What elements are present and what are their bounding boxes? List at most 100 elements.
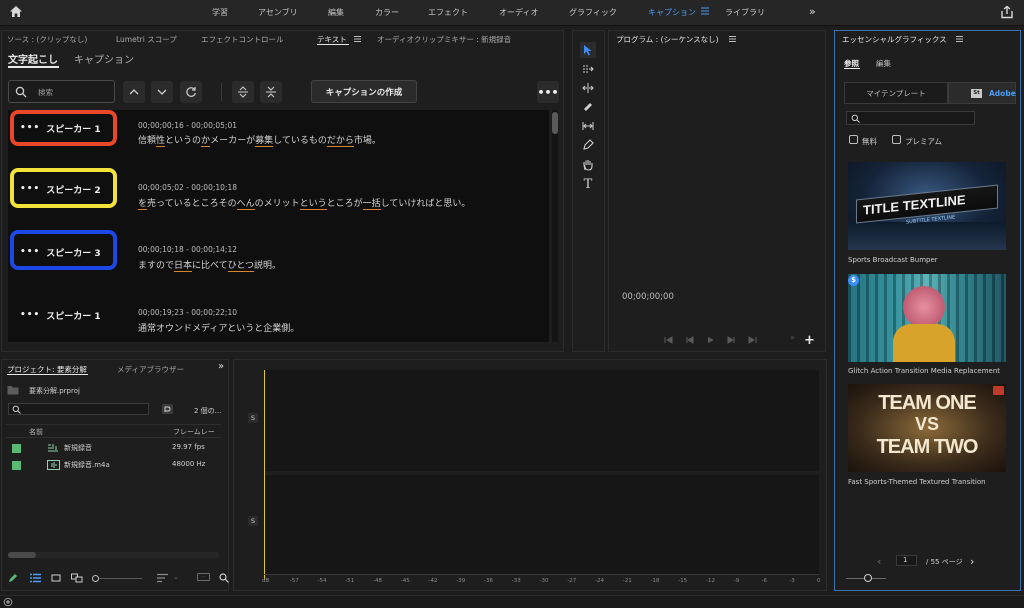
find-icon[interactable] bbox=[219, 573, 229, 583]
free-checkbox[interactable] bbox=[849, 135, 858, 144]
speaker-label[interactable]: ••• スピーカー 1 bbox=[20, 306, 101, 324]
go-to-in-icon[interactable] bbox=[664, 336, 673, 344]
speaker-label[interactable]: ••• スピーカー 1 bbox=[20, 119, 101, 137]
speaker-menu-icon[interactable]: ••• bbox=[20, 123, 40, 133]
transcript-line[interactable]: 信頼性というのかメーカーが募集しているものだから市場。 bbox=[138, 133, 381, 147]
premium-checkbox[interactable] bbox=[892, 135, 901, 144]
panel-menu-icon[interactable] bbox=[354, 35, 361, 43]
create-captions-button[interactable]: キャプションの作成 bbox=[311, 80, 417, 103]
subtab-transcript[interactable]: 文字起こし bbox=[8, 51, 58, 66]
type-tool-icon[interactable]: T bbox=[580, 176, 596, 192]
status-indicator-icon[interactable] bbox=[3, 597, 13, 607]
step-forward-icon[interactable] bbox=[727, 336, 736, 344]
solo-button[interactable]: S bbox=[248, 413, 258, 423]
more-options-icon[interactable]: ••• bbox=[537, 81, 559, 103]
speaker-menu-icon[interactable]: ••• bbox=[20, 184, 40, 194]
project-item-row[interactable]: 新規録音 29.97 fps bbox=[6, 440, 221, 457]
ripple-edit-tool-icon[interactable] bbox=[580, 80, 596, 96]
tab-edit[interactable]: 編集 bbox=[876, 58, 891, 69]
share-icon[interactable] bbox=[1000, 5, 1014, 19]
home-icon[interactable] bbox=[9, 5, 23, 19]
essential-graphics-title[interactable]: エッセンシャルグラフィックス bbox=[842, 34, 947, 45]
workspace-tab-audio[interactable]: オーディオ bbox=[499, 7, 538, 18]
chevron-down-icon[interactable]: ⌄ bbox=[173, 573, 179, 581]
template-thumbnail[interactable]: TEAM ONE VS TEAM TWO bbox=[848, 384, 1006, 472]
tab-my-templates[interactable]: マイテンプレート bbox=[844, 82, 948, 104]
overflow-icon[interactable]: » bbox=[790, 333, 795, 342]
go-to-out-icon[interactable] bbox=[748, 336, 757, 344]
razor-tool-icon[interactable] bbox=[580, 99, 596, 115]
template-thumbnail[interactable]: TITLE TEXTLINE SUBTITLE TEXTLINE bbox=[848, 162, 1006, 250]
speaker-menu-icon[interactable]: ••• bbox=[20, 247, 40, 257]
hand-tool-icon[interactable] bbox=[580, 157, 596, 173]
program-monitor-title[interactable]: プログラム : (シーケンスなし) bbox=[616, 34, 719, 45]
label-color-swatch[interactable] bbox=[12, 461, 21, 470]
column-frame-rate[interactable]: フレームレー bbox=[173, 427, 215, 437]
workspace-tab-assembly[interactable]: アセンブリ bbox=[258, 7, 298, 18]
play-icon[interactable] bbox=[706, 336, 715, 344]
workspace-tab-libraries[interactable]: ライブラリ bbox=[725, 7, 765, 18]
subtab-captions[interactable]: キャプション bbox=[74, 51, 134, 66]
workspace-tab-effects[interactable]: エフェクト bbox=[428, 7, 468, 18]
workspace-tab-graphics[interactable]: グラフィック bbox=[569, 7, 617, 18]
project-scrollbar-thumb[interactable] bbox=[8, 552, 36, 558]
transcript-line[interactable]: ますので日本に比べてひとつ説明。 bbox=[138, 258, 281, 272]
pencil-icon[interactable] bbox=[8, 573, 18, 583]
template-search-input[interactable] bbox=[846, 111, 975, 125]
next-page-icon[interactable]: › bbox=[970, 555, 974, 568]
project-item-row[interactable]: 新規録音.m4a 48000 Hz bbox=[6, 457, 221, 474]
track-select-tool-icon[interactable] bbox=[580, 61, 596, 77]
more-panels-icon[interactable]: » bbox=[218, 361, 224, 372]
template-thumbnail[interactable] bbox=[848, 274, 1006, 362]
add-button-icon[interactable]: + bbox=[804, 334, 815, 347]
panel-menu-icon[interactable] bbox=[956, 35, 963, 43]
workspace-tab-editing[interactable]: 編集 bbox=[328, 7, 344, 18]
step-back-icon[interactable] bbox=[685, 336, 694, 344]
next-result-button[interactable] bbox=[151, 81, 173, 103]
workspace-menu-icon[interactable] bbox=[701, 6, 709, 16]
speaker-menu-icon[interactable]: ••• bbox=[20, 310, 40, 320]
solo-button[interactable]: S bbox=[248, 516, 258, 526]
slip-tool-icon[interactable] bbox=[580, 118, 596, 134]
pen-tool-icon[interactable] bbox=[580, 137, 596, 153]
replace-button[interactable] bbox=[180, 81, 202, 103]
list-view-icon[interactable] bbox=[30, 573, 41, 583]
zoom-slider-track[interactable] bbox=[99, 578, 142, 579]
tab-source[interactable]: ソース : (クリップなし) bbox=[7, 34, 87, 45]
workspace-tab-color[interactable]: カラー bbox=[375, 7, 399, 18]
sort-icon[interactable] bbox=[157, 573, 168, 583]
transcript-scrollbar-thumb[interactable] bbox=[552, 112, 558, 134]
program-timecode[interactable]: 00;00;00;00 bbox=[622, 292, 674, 302]
tab-adobe-stock[interactable]: St Adobe bbox=[948, 82, 1016, 104]
workspace-tab-learn[interactable]: 学習 bbox=[212, 7, 228, 18]
thumbnail-size-slider-handle[interactable] bbox=[864, 574, 872, 582]
tab-effect-controls[interactable]: エフェクトコントロール bbox=[201, 34, 284, 45]
bin-filter-icon[interactable] bbox=[162, 404, 173, 414]
previous-page-icon[interactable]: ‹ bbox=[877, 555, 881, 568]
more-workspaces-icon[interactable]: » bbox=[809, 5, 816, 18]
workspace-tab-captions[interactable]: キャプション bbox=[648, 7, 696, 18]
column-name[interactable]: 名前 bbox=[29, 427, 43, 437]
icon-view-icon[interactable] bbox=[51, 573, 61, 583]
panel-menu-icon[interactable] bbox=[729, 35, 736, 43]
zoom-slider-handle[interactable] bbox=[92, 575, 99, 582]
transcript-scrollbar-track[interactable] bbox=[552, 110, 558, 342]
speaker-label[interactable]: ••• スピーカー 3 bbox=[20, 243, 101, 261]
page-number-input[interactable]: 1 bbox=[896, 555, 917, 566]
previous-result-button[interactable] bbox=[123, 81, 145, 103]
expand-all-button[interactable] bbox=[232, 81, 254, 103]
tab-media-browser[interactable]: メディアブラウザー bbox=[117, 364, 184, 375]
transcript-line[interactable]: を売っているところそのへんのメリットというところが一括していければと思い。 bbox=[138, 196, 470, 210]
search-field[interactable]: 検索 bbox=[8, 80, 115, 103]
selection-tool-icon[interactable] bbox=[580, 42, 596, 58]
label-color-swatch[interactable] bbox=[12, 444, 21, 453]
freeform-view-icon[interactable] bbox=[71, 573, 83, 583]
tab-lumetri-scopes[interactable]: Lumetri スコープ bbox=[116, 34, 177, 45]
project-scrollbar[interactable] bbox=[8, 552, 219, 558]
tab-audio-clip-mixer[interactable]: オーディオクリップミキサー : 新規録音 bbox=[377, 34, 511, 45]
automate-icon[interactable]: ⋯ bbox=[197, 573, 210, 581]
transcript-line[interactable]: 通常オウンドメディアというと企業側。 bbox=[138, 321, 299, 334]
project-search-input[interactable] bbox=[8, 403, 149, 415]
speaker-label[interactable]: ••• スピーカー 2 bbox=[20, 180, 101, 198]
collapse-all-button[interactable] bbox=[260, 81, 282, 103]
